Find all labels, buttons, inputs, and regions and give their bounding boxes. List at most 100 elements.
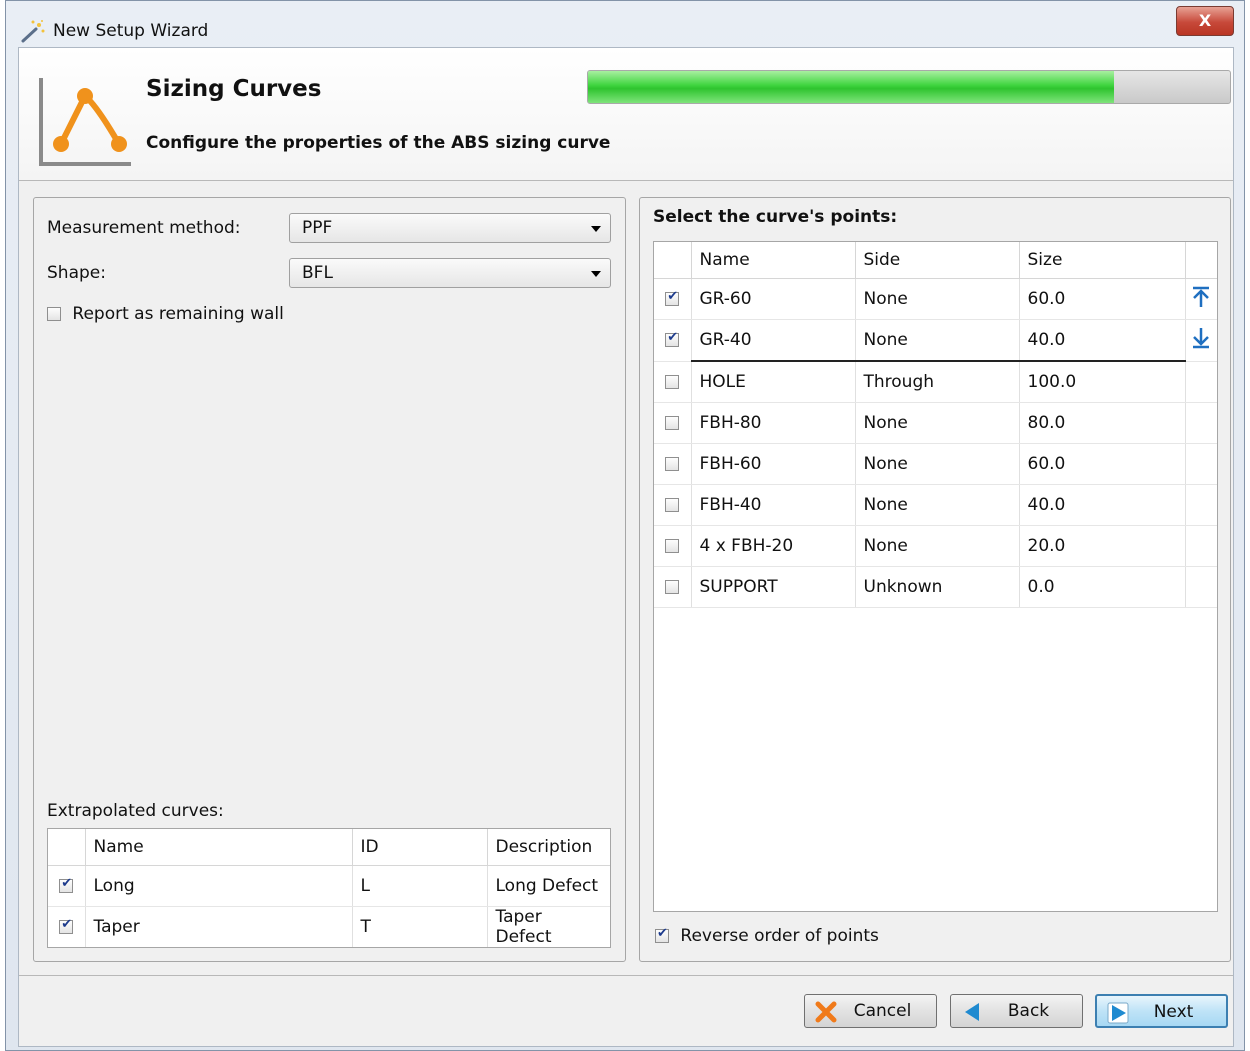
column-header-size[interactable]: Size — [1019, 242, 1186, 279]
column-header-name[interactable]: Name — [85, 829, 353, 866]
row-checkbox-cell[interactable] — [654, 278, 692, 320]
reorder-column-header — [1185, 242, 1217, 279]
row-checkbox[interactable] — [59, 917, 74, 934]
table-row[interactable]: FBH-60 None 60.0 — [654, 443, 1217, 485]
empty-cell — [1185, 443, 1217, 485]
curve-description-cell: Long Defect — [487, 865, 610, 907]
wizard-header: Sizing Curves Configure the properties o… — [19, 48, 1233, 181]
page-title: Sizing Curves — [146, 76, 322, 102]
shape-label: Shape: — [47, 263, 106, 283]
table-row[interactable]: GR-60 None 60.0 — [654, 278, 1217, 320]
point-name-cell: SUPPORT — [691, 566, 856, 608]
measurement-method-select[interactable]: PPF — [289, 213, 611, 243]
table-row[interactable]: 4 x FBH-20 None 20.0 — [654, 525, 1217, 567]
chevron-down-icon — [591, 271, 601, 277]
point-name-cell: FBH-80 — [691, 402, 856, 444]
sizing-curve-icon — [39, 78, 131, 166]
row-checkbox[interactable] — [665, 416, 680, 430]
checkbox-column-header — [48, 829, 86, 866]
title-bar[interactable]: New Setup Wizard X — [6, 1, 1244, 47]
curve-properties-panel: Measurement method: PPF Shape: BFL Repor… — [33, 197, 626, 962]
wizard-window: New Setup Wizard X Sizing Curves Configu… — [5, 0, 1245, 1051]
empty-cell — [1185, 484, 1217, 526]
row-checkbox-cell[interactable] — [654, 525, 692, 567]
point-name-cell: FBH-40 — [691, 484, 856, 526]
next-button-label: Next — [1153, 1002, 1194, 1022]
empty-cell — [1185, 361, 1217, 403]
table-row[interactable]: HOLE Through 100.0 — [654, 361, 1217, 403]
curve-points-panel: Select the curve's points: Name Side Siz… — [639, 197, 1231, 962]
row-checkbox[interactable] — [665, 289, 680, 306]
reverse-order-checkbox[interactable] — [655, 926, 669, 943]
point-size-cell: 100.0 — [1019, 361, 1186, 403]
back-button[interactable]: Back — [950, 994, 1083, 1028]
measurement-method-label: Measurement method: — [47, 218, 241, 238]
wizard-wand-icon — [21, 20, 45, 43]
cancel-button[interactable]: Cancel — [804, 994, 937, 1028]
table-row[interactable]: SUPPORT Unknown 0.0 — [654, 566, 1217, 608]
footer-divider — [19, 975, 1233, 976]
point-side-cell: None — [855, 402, 1020, 444]
point-name-cell: HOLE — [691, 361, 856, 403]
move-to-bottom-icon[interactable] — [1190, 326, 1212, 350]
point-side-cell: None — [855, 484, 1020, 526]
move-to-bottom-button[interactable] — [1185, 319, 1217, 362]
column-header-side[interactable]: Side — [855, 242, 1020, 279]
row-checkbox[interactable] — [665, 580, 680, 594]
curve-id-cell: L — [352, 865, 488, 907]
row-checkbox[interactable] — [665, 539, 680, 553]
window-title: New Setup Wizard — [53, 21, 209, 41]
table-row[interactable]: Taper T Taper Defect — [48, 906, 610, 947]
shape-value: BFL — [302, 263, 333, 283]
curve-description-cell: Taper Defect — [487, 906, 610, 947]
table-row[interactable]: FBH-40 None 40.0 — [654, 484, 1217, 526]
row-checkbox-cell[interactable] — [654, 443, 692, 485]
wizard-progress-bar — [587, 70, 1231, 104]
page-subtitle: Configure the properties of the ABS sizi… — [146, 133, 611, 153]
point-size-cell: 80.0 — [1019, 402, 1186, 444]
row-checkbox-cell[interactable] — [654, 319, 692, 362]
chevron-down-icon — [591, 226, 601, 232]
curve-name-cell: Long — [85, 865, 353, 907]
curve-points-label: Select the curve's points: — [653, 207, 898, 227]
report-remaining-wall-option[interactable]: Report as remaining wall — [47, 304, 284, 324]
point-name-cell: GR-60 — [691, 278, 856, 320]
reverse-order-option[interactable]: Reverse order of points — [655, 926, 879, 946]
row-checkbox[interactable] — [665, 330, 680, 348]
row-checkbox-cell[interactable] — [654, 361, 692, 403]
close-button[interactable]: X — [1176, 6, 1234, 36]
point-name-cell: FBH-60 — [691, 443, 856, 485]
table-row[interactable]: GR-40 None 40.0 — [654, 319, 1217, 362]
table-row[interactable]: Long L Long Defect — [48, 865, 610, 907]
shape-select[interactable]: BFL — [289, 258, 611, 288]
row-checkbox[interactable] — [665, 498, 680, 512]
curve-name-cell: Taper — [85, 906, 353, 947]
row-checkbox-cell[interactable] — [48, 865, 86, 907]
row-checkbox[interactable] — [59, 876, 74, 893]
point-size-cell: 20.0 — [1019, 525, 1186, 567]
row-checkbox-cell[interactable] — [654, 402, 692, 444]
point-side-cell: None — [855, 319, 1020, 362]
next-button[interactable]: Next — [1095, 994, 1228, 1028]
table-row[interactable]: FBH-80 None 80.0 — [654, 402, 1217, 444]
point-side-cell: None — [855, 525, 1020, 567]
report-remaining-wall-label: Report as remaining wall — [72, 304, 284, 324]
point-name-cell: 4 x FBH-20 — [691, 525, 856, 567]
row-checkbox[interactable] — [665, 374, 680, 389]
table-header-row: Name Side Size — [654, 242, 1217, 279]
row-checkbox-cell[interactable] — [654, 484, 692, 526]
row-checkbox-cell[interactable] — [654, 566, 692, 608]
curve-points-table: Name Side Size GR-60 None 60.0 — [653, 241, 1218, 912]
column-header-description[interactable]: Description — [487, 829, 610, 866]
wizard-client-area: Sizing Curves Configure the properties o… — [18, 47, 1234, 1047]
point-side-cell: Unknown — [855, 566, 1020, 608]
column-header-name[interactable]: Name — [691, 242, 856, 279]
point-side-cell: Through — [855, 361, 1020, 403]
row-checkbox-cell[interactable] — [48, 906, 86, 947]
row-checkbox[interactable] — [665, 457, 680, 471]
report-remaining-wall-checkbox[interactable] — [47, 307, 61, 321]
move-to-top-icon[interactable] — [1190, 285, 1212, 309]
move-to-top-button[interactable] — [1185, 278, 1217, 320]
point-size-cell: 40.0 — [1019, 484, 1186, 526]
column-header-id[interactable]: ID — [352, 829, 488, 866]
